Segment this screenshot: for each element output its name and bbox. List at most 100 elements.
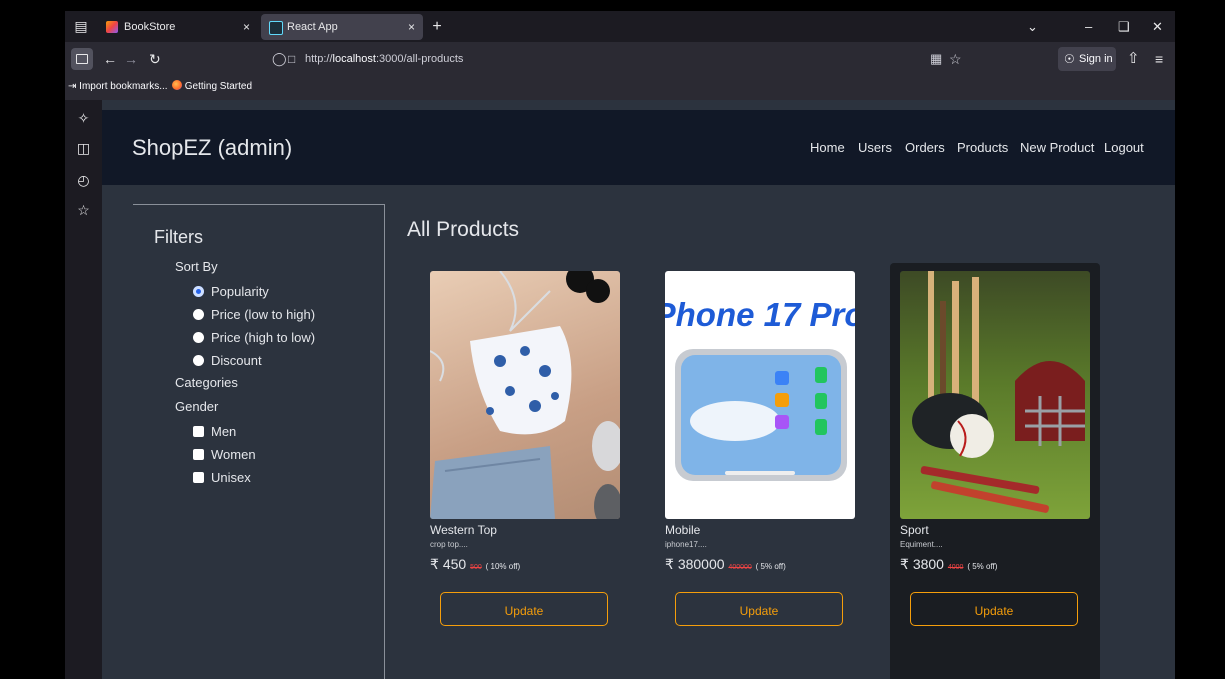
nav-home[interactable]: Home: [810, 110, 845, 185]
checkbox[interactable]: [193, 472, 204, 483]
minimize-icon[interactable]: –: [1085, 11, 1092, 42]
checkbox[interactable]: [193, 426, 204, 437]
tab-list-icon[interactable]: ▤: [71, 11, 91, 42]
tracking-shield-icon[interactable]: ◯: [272, 46, 287, 72]
original-price: 500: [470, 564, 482, 571]
history-icon[interactable]: ◴: [65, 172, 102, 189]
nav-users[interactable]: Users: [858, 110, 892, 185]
bookmark-import[interactable]: ⇥ Import bookmarks...: [68, 76, 168, 98]
radio-button[interactable]: [193, 332, 204, 343]
menu-icon[interactable]: ≡: [1155, 42, 1163, 76]
restore-icon[interactable]: ❑: [1118, 11, 1130, 42]
tab-bookstore[interactable]: BookStore ×: [98, 14, 258, 40]
product-image[interactable]: [430, 271, 620, 519]
original-price: 4000: [947, 564, 964, 571]
product-name: Sport: [900, 523, 929, 537]
product-image[interactable]: [900, 271, 1090, 519]
browser-window: ▤ BookStore × React App × + ⌄ – ❑ ✕ ← → …: [65, 11, 1175, 679]
sort-by-label: Sort By: [175, 259, 218, 274]
brand-logo[interactable]: ShopEZ (admin): [132, 110, 292, 185]
option-label: Popularity: [211, 284, 269, 299]
page-title: All Products: [407, 218, 520, 241]
bookmark-star-icon[interactable]: ☆: [949, 46, 962, 72]
browser-sidebar: ✧ ◫ ◴ ☆: [65, 100, 102, 679]
bookmark-label: Import bookmarks...: [79, 81, 168, 92]
close-window-icon[interactable]: ✕: [1152, 11, 1163, 42]
currency-symbol: ₹: [665, 556, 674, 572]
back-icon[interactable]: ←: [103, 42, 117, 76]
url-path: :3000/all-products: [375, 53, 464, 65]
url-prefix: http://: [305, 53, 333, 65]
extensions-icon[interactable]: ⇧: [1127, 42, 1140, 76]
product-price: ₹ 3800 4000 ( 5% off): [900, 556, 997, 573]
cricket-gear-illustration: [912, 271, 1085, 513]
close-icon[interactable]: ×: [243, 14, 250, 40]
product-name: Western Top: [430, 523, 497, 537]
discount-label: ( 10% off): [485, 562, 521, 571]
list-all-tabs-icon[interactable]: ⌄: [1027, 11, 1038, 42]
synced-tabs-icon[interactable]: ◫: [65, 140, 102, 157]
page-info-icon[interactable]: □: [288, 46, 295, 72]
filters-panel: Filters Sort By Popularity Price (low to…: [133, 204, 385, 679]
tab-react-app[interactable]: React App ×: [261, 14, 423, 40]
sign-in-label: Sign in: [1079, 53, 1113, 65]
product-name: Mobile: [665, 523, 701, 537]
reload-icon[interactable]: ↻: [149, 42, 161, 76]
filters-title: Filters: [154, 227, 203, 247]
product-description: Equiment....: [900, 540, 943, 549]
nav-new-product[interactable]: New Product: [1020, 110, 1094, 185]
tab-strip: ▤ BookStore × React App × + ⌄ – ❑ ✕: [65, 11, 1175, 42]
image-headline: iPhone 17 Pro!: [665, 296, 855, 333]
bookmarks-bar: ⇥ Import bookmarks... Getting Started: [65, 76, 1175, 100]
discount-label: ( 5% off): [755, 562, 786, 571]
radio-button[interactable]: [193, 309, 204, 320]
sign-in-button[interactable]: ☉ Sign in: [1058, 47, 1116, 71]
close-icon[interactable]: ×: [408, 14, 415, 40]
option-label: Unisex: [211, 470, 251, 485]
firefox-icon: [172, 80, 182, 90]
update-button[interactable]: Update: [910, 592, 1078, 626]
update-button[interactable]: Update: [675, 592, 843, 626]
import-icon: ⇥: [68, 81, 77, 92]
option-label: Men: [211, 424, 237, 439]
product-description: crop top....: [430, 540, 468, 549]
option-label: Price (low to high): [211, 307, 316, 322]
product-card[interactable]: Sport Equiment.... ₹ 3800 4000 ( 5% off)…: [890, 263, 1100, 679]
forward-icon[interactable]: →: [124, 42, 138, 76]
app-header: ShopEZ (admin) Home Users Orders Product…: [102, 110, 1175, 185]
update-button[interactable]: Update: [440, 592, 608, 626]
nav-logout[interactable]: Logout: [1104, 110, 1144, 185]
original-price: 400000: [728, 564, 752, 571]
save-to-pocket-icon[interactable]: ▦: [930, 46, 942, 72]
new-tab-button[interactable]: +: [427, 11, 447, 42]
url-bar[interactable]: ◯ □ http://localhost:3000/all-products ▦…: [265, 46, 965, 72]
western-top-illustration: [430, 271, 620, 519]
bookmarks-icon[interactable]: ☆: [65, 202, 102, 219]
react-favicon: [269, 21, 283, 35]
tab-title: React App: [287, 21, 338, 33]
sidebar-toggle-icon[interactable]: [71, 48, 93, 70]
navigation-toolbar: ← → ↻ ◯ □ http://localhost:3000/all-prod…: [65, 42, 1175, 76]
product-card[interactable]: iPhone 17 Pro! Mobile iphone17.... ₹ 380…: [655, 263, 865, 679]
product-description: iphone17....: [665, 540, 707, 549]
price-value: 380000: [677, 556, 725, 572]
account-icon: ☉: [1064, 52, 1075, 66]
product-image[interactable]: iPhone 17 Pro!: [665, 271, 855, 519]
nav-products[interactable]: Products: [957, 110, 1008, 185]
categories-label: Categories: [175, 375, 238, 390]
option-label: Discount: [211, 353, 262, 368]
price-value: 3800: [912, 556, 944, 572]
price-value: 450: [442, 556, 467, 572]
nav-orders[interactable]: Orders: [905, 110, 945, 185]
url-host: localhost: [332, 53, 376, 65]
option-label: Women: [211, 447, 256, 462]
bookmark-getting-started[interactable]: Getting Started: [172, 76, 252, 98]
product-card[interactable]: Western Top crop top.... ₹ 450 500 ( 10%…: [420, 263, 630, 679]
discount-label: ( 5% off): [967, 562, 998, 571]
checkbox[interactable]: [193, 449, 204, 460]
currency-symbol: ₹: [430, 556, 439, 572]
ai-chatbot-icon[interactable]: ✧: [65, 110, 102, 127]
radio-button[interactable]: [193, 286, 204, 297]
tab-title: BookStore: [124, 21, 176, 33]
radio-button[interactable]: [193, 355, 204, 366]
